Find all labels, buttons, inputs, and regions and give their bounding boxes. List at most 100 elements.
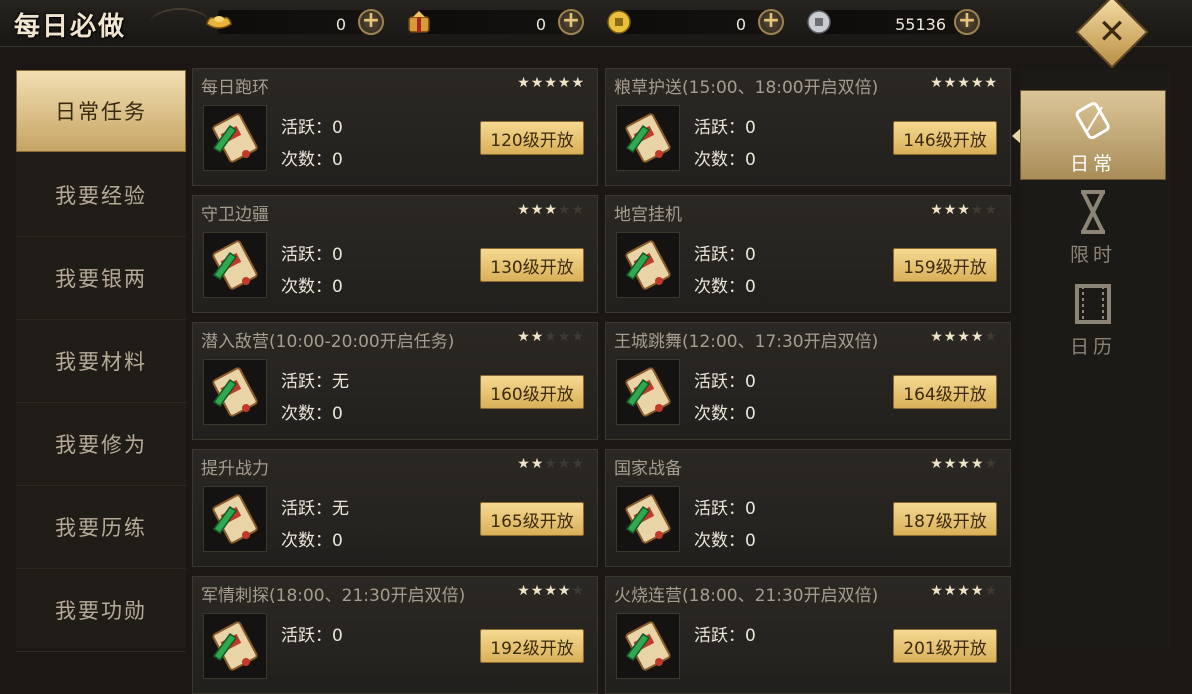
add-gift-pouch-button[interactable]: + xyxy=(558,9,584,35)
task-count-stat: 次数：0 xyxy=(694,145,756,170)
gold-coin-icon xyxy=(604,7,634,37)
add-gold-ingot-button[interactable]: + xyxy=(358,9,384,35)
star-icon: ★ xyxy=(984,583,998,599)
count-value: 0 xyxy=(332,404,343,424)
unlock-level-button[interactable]: 201级开放 xyxy=(893,629,997,663)
active-value: 0 xyxy=(745,499,756,519)
star-icon: ★ xyxy=(530,75,545,91)
difficulty-stars: ★★★★★ xyxy=(517,583,585,599)
star-icon: ★ xyxy=(943,456,958,472)
task-name: 国家战备 xyxy=(614,459,682,479)
count-label: 次数： xyxy=(281,531,332,551)
unlock-level-button[interactable]: 192级开放 xyxy=(480,629,584,663)
active-value: 0 xyxy=(332,626,343,646)
unlock-level-button[interactable]: 130级开放 xyxy=(480,248,584,282)
tab-limited-time[interactable]: 限时 xyxy=(1020,182,1166,272)
unlock-level-button[interactable]: 160级开放 xyxy=(480,375,584,409)
active-value: 0 xyxy=(745,245,756,265)
star-icon: ★ xyxy=(957,456,971,472)
star-icon: ★ xyxy=(930,329,944,345)
unlock-level-button[interactable]: 187级开放 xyxy=(893,502,997,536)
task-scroll-icon xyxy=(616,232,680,298)
sidebar-item-label: 我要材料 xyxy=(55,350,147,374)
currency-gold-coin: 0 + xyxy=(604,7,784,37)
add-silver-coin-button[interactable]: + xyxy=(954,9,980,35)
star-icon: ★ xyxy=(544,583,558,599)
task-scroll-icon xyxy=(616,105,680,171)
star-icon: ★ xyxy=(970,75,985,91)
task-name: 每日跑环 xyxy=(201,78,269,98)
task-name: 军情刺探(18:00、21:30开启双倍) xyxy=(201,586,466,606)
currency-gold-ingot: 0 + xyxy=(204,7,384,37)
task-active-stat: 活跃：0 xyxy=(694,367,756,392)
star-icon: ★ xyxy=(943,583,958,599)
sidebar-item-materials[interactable]: 我要材料 xyxy=(16,320,186,403)
close-button[interactable]: ✕ xyxy=(1075,0,1149,69)
sidebar-item-silver[interactable]: 我要银两 xyxy=(16,237,186,320)
tab-daily[interactable]: 日常 xyxy=(1020,90,1166,180)
sidebar-item-label: 我要银两 xyxy=(55,267,147,291)
active-label: 活跃： xyxy=(281,372,332,392)
task-count-stat: 次数：0 xyxy=(281,145,343,170)
star-icon: ★ xyxy=(530,329,545,345)
difficulty-stars: ★★★★★ xyxy=(517,329,585,345)
star-icon: ★ xyxy=(517,583,531,599)
window-title: 每日必做 xyxy=(14,12,127,42)
unlock-level-button[interactable]: 146级开放 xyxy=(893,121,997,155)
difficulty-stars: ★★★★★ xyxy=(517,202,585,218)
unlock-level-button[interactable]: 164级开放 xyxy=(893,375,997,409)
active-label: 活跃： xyxy=(281,245,332,265)
sidebar-item-training[interactable]: 我要历练 xyxy=(16,486,186,569)
sidebar-item-daily-tasks[interactable]: 日常任务 xyxy=(16,70,186,152)
task-card: 每日跑环 ★★★★★ 活跃：0 次数：0 120级开放 xyxy=(192,68,598,186)
tab-label: 日常 xyxy=(1069,153,1116,175)
sidebar-item-cultivation[interactable]: 我要修为 xyxy=(16,403,186,486)
star-icon: ★ xyxy=(970,202,985,218)
star-icon: ★ xyxy=(930,75,944,91)
difficulty-stars: ★★★★★ xyxy=(930,75,998,91)
star-icon: ★ xyxy=(984,329,998,345)
unlock-level-button[interactable]: 120级开放 xyxy=(480,121,584,155)
star-icon: ★ xyxy=(544,202,558,218)
right-tab-panel: 日常 限时 日历 xyxy=(1020,68,1170,648)
add-gold-coin-button[interactable]: + xyxy=(758,9,784,35)
task-active-stat: 活跃：0 xyxy=(694,494,756,519)
silver-coin-icon xyxy=(804,7,834,37)
task-name: 提升战力 xyxy=(201,459,269,479)
difficulty-stars: ★★★★★ xyxy=(930,456,998,472)
unlock-level-button[interactable]: 159级开放 xyxy=(893,248,997,282)
unlock-level-button[interactable]: 165级开放 xyxy=(480,502,584,536)
star-icon: ★ xyxy=(530,456,545,472)
star-icon: ★ xyxy=(557,202,572,218)
star-icon: ★ xyxy=(544,75,558,91)
sidebar-item-merit[interactable]: 我要功勋 xyxy=(16,569,186,652)
count-label: 次数： xyxy=(694,531,745,551)
calendar-icon xyxy=(1071,280,1115,328)
task-card: 提升战力 ★★★★★ 活跃：无 次数：0 165级开放 xyxy=(192,449,598,567)
count-value: 0 xyxy=(745,277,756,297)
sidebar-item-label: 我要历练 xyxy=(55,516,147,540)
star-icon: ★ xyxy=(571,75,585,91)
count-label: 次数： xyxy=(694,277,745,297)
star-icon: ★ xyxy=(544,329,558,345)
task-name: 王城跳舞(12:00、17:30开启双倍) xyxy=(614,332,879,352)
task-card: 国家战备 ★★★★★ 活跃：0 次数：0 187级开放 xyxy=(605,449,1011,567)
active-label: 活跃： xyxy=(281,626,332,646)
sidebar-item-experience[interactable]: 我要经验 xyxy=(16,154,186,237)
star-icon: ★ xyxy=(517,329,531,345)
star-icon: ★ xyxy=(984,202,998,218)
task-card: 火烧连营(18:00、21:30开启双倍) ★★★★★ 活跃：0 201级开放 xyxy=(605,576,1011,694)
star-icon: ★ xyxy=(957,202,971,218)
star-icon: ★ xyxy=(530,202,545,218)
star-icon: ★ xyxy=(544,456,558,472)
count-value: 0 xyxy=(332,531,343,551)
star-icon: ★ xyxy=(970,456,985,472)
active-label: 活跃： xyxy=(694,626,745,646)
gift-pouch-icon xyxy=(404,7,434,37)
sidebar-item-label: 我要功勋 xyxy=(55,599,147,623)
task-scroll-icon xyxy=(203,105,267,171)
difficulty-stars: ★★★★★ xyxy=(930,329,998,345)
tab-calendar[interactable]: 日历 xyxy=(1020,274,1166,364)
task-name: 潜入敌营(10:00-20:00开启任务) xyxy=(201,332,455,352)
active-value: 0 xyxy=(332,245,343,265)
